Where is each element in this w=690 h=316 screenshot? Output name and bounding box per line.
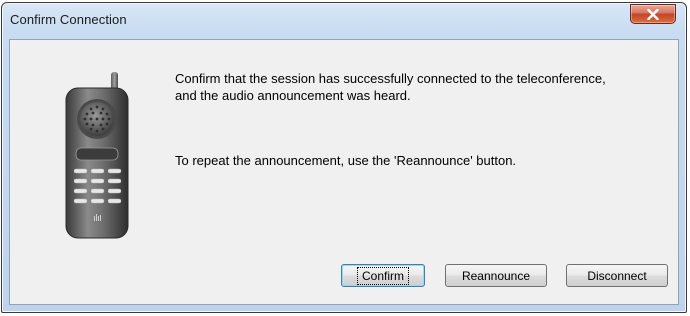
confirm-button-label: Confirm (356, 266, 410, 285)
close-icon (647, 8, 659, 20)
confirmation-message: Confirm that the session has successfull… (175, 71, 606, 103)
confirm-button[interactable]: Confirm (341, 264, 425, 287)
reannounce-hint: To repeat the announcement, use the 'Rea… (175, 153, 517, 168)
confirm-connection-dialog: Confirm Connection Confirm that the sess… (1, 2, 687, 313)
close-button[interactable] (630, 4, 676, 24)
mobile-phone-icon (65, 72, 129, 239)
window-title: Confirm Connection (10, 12, 127, 27)
reannounce-button[interactable]: Reannounce (445, 264, 547, 287)
dialog-body: Confirm that the session has successfull… (9, 39, 679, 305)
title-bar[interactable]: Confirm Connection (2, 3, 686, 39)
disconnect-button[interactable]: Disconnect (566, 264, 668, 287)
